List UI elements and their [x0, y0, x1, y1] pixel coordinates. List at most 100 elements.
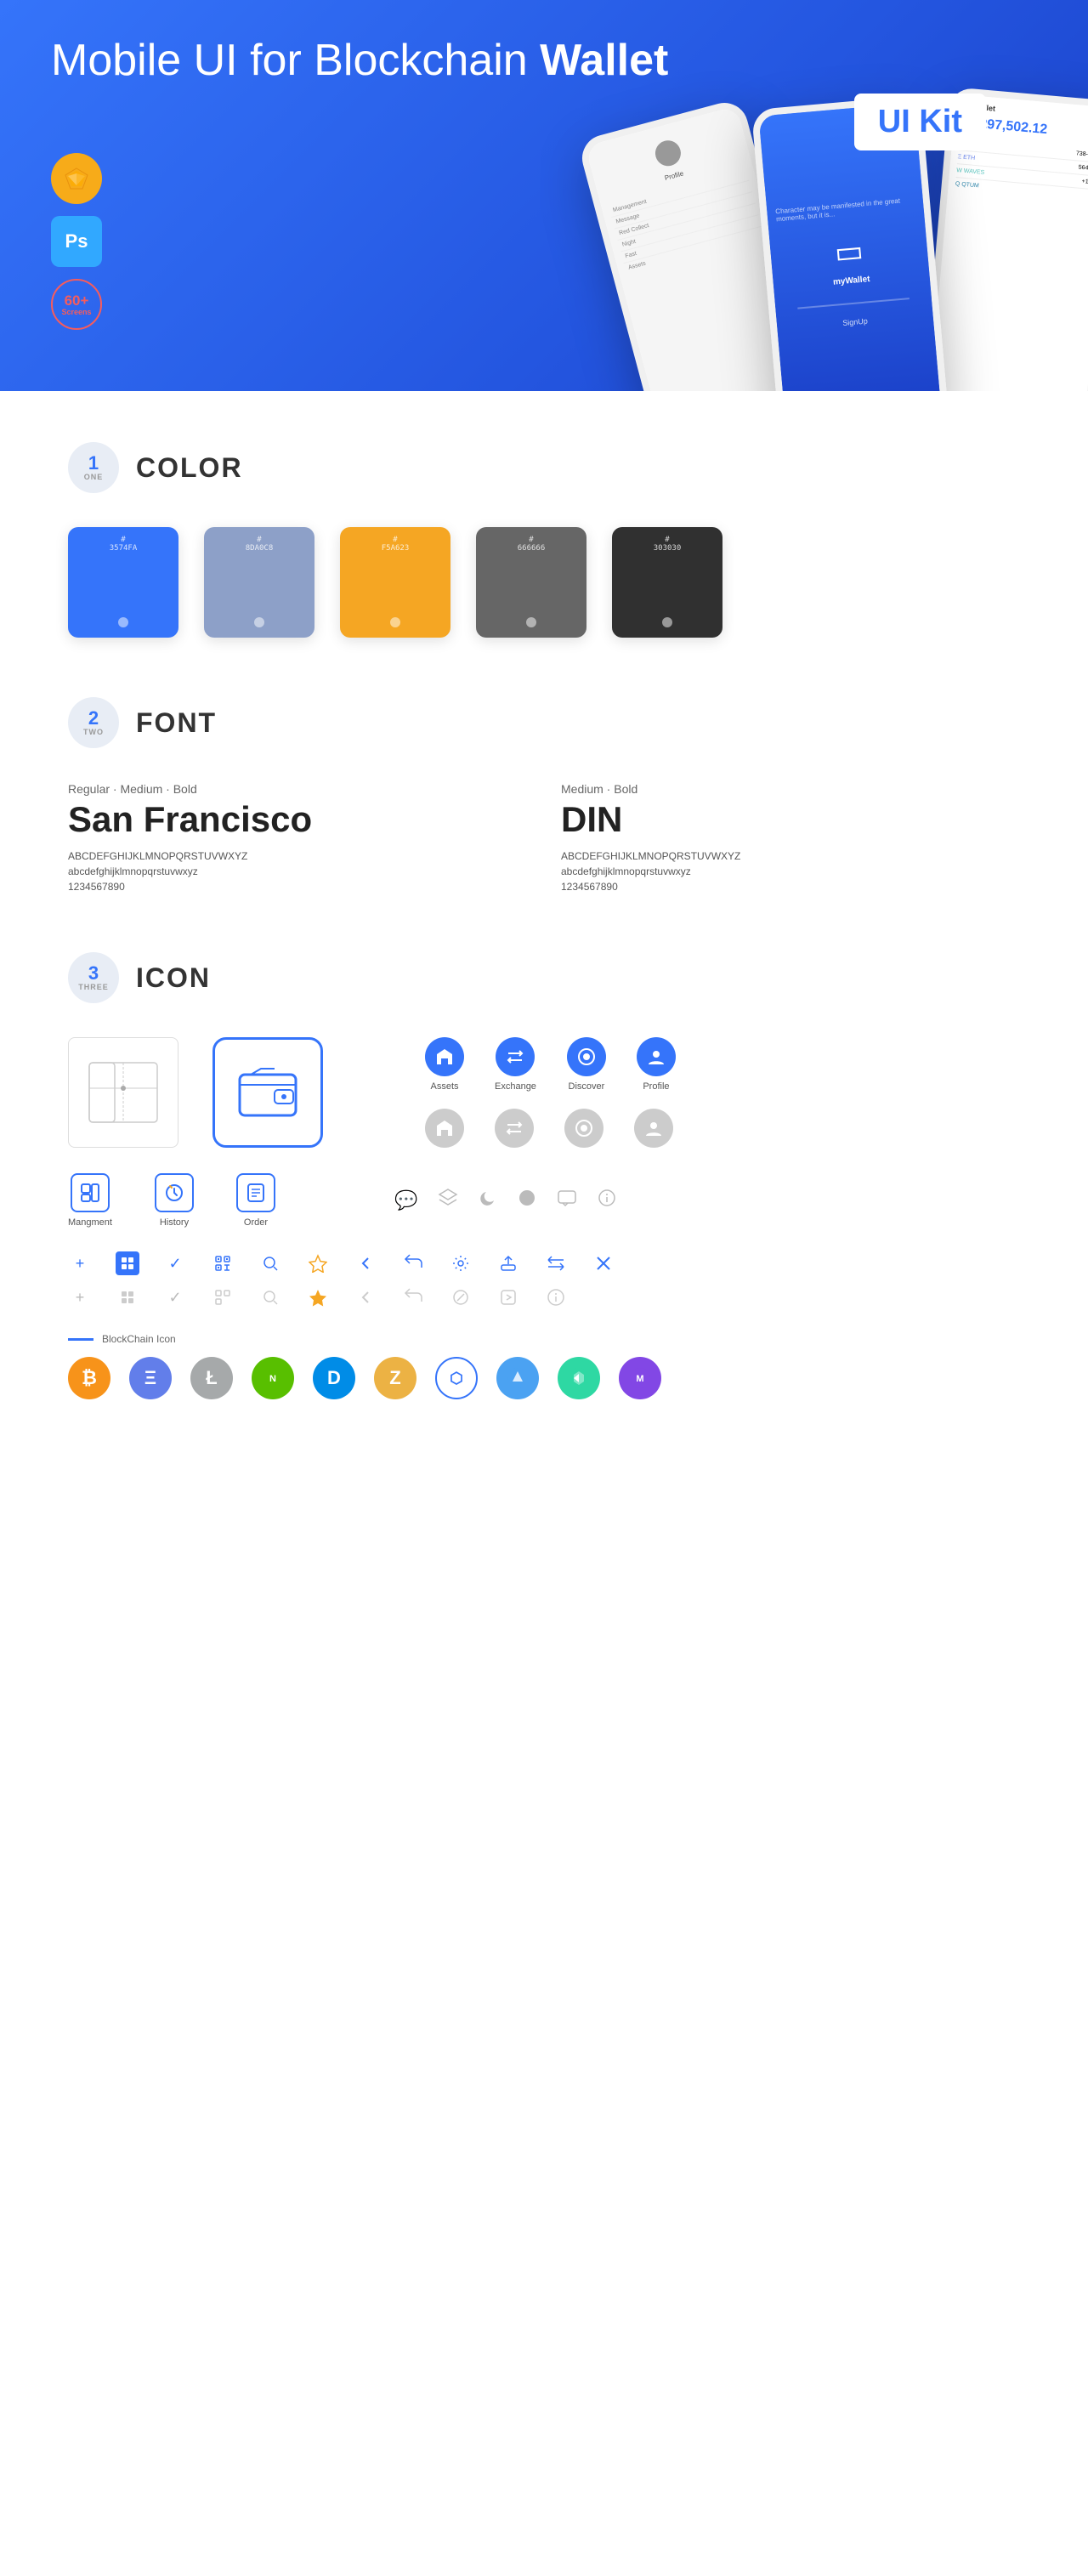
ui-kit-badge: UI Kit: [854, 94, 986, 150]
management-label: Mangment: [68, 1217, 112, 1228]
nav-icon-profile-gray: [634, 1109, 673, 1148]
history-icon: [155, 1173, 194, 1212]
font-section-header: 2 TWO FONT: [68, 697, 1020, 748]
din-uppercase: ABCDEFGHIJKLMNOPQRSTUVWXYZ: [561, 850, 1020, 862]
icon-section-header: 3 THREE ICON: [68, 952, 1020, 1003]
din-lowercase: abcdefghijklmnopqrstuvwxyz: [561, 865, 1020, 877]
bubble-icon: [557, 1188, 577, 1213]
cancel-icon-gray: [449, 1285, 473, 1309]
checkmark-icon-gray: ✓: [163, 1285, 187, 1309]
dash-icon: D: [313, 1357, 355, 1399]
eth-icon: Ξ: [129, 1357, 172, 1399]
share-icon-gray: [401, 1285, 425, 1309]
management-icon: [71, 1173, 110, 1212]
swap-icon: [544, 1251, 568, 1275]
font-number-big: 2: [88, 709, 99, 728]
nav-icon-exchange: Exchange: [495, 1037, 536, 1092]
icon-number-big: 3: [88, 964, 99, 983]
share-icon: [401, 1251, 425, 1275]
ps-badge: Ps: [51, 216, 102, 267]
nav-icon-exchange-gray: [495, 1109, 534, 1148]
icon-number-word: THREE: [78, 983, 109, 991]
profile-icon: [637, 1037, 676, 1076]
color-orange-dot: [390, 617, 400, 627]
color-darkgray-label: #666666: [476, 536, 586, 553]
matic-icon: M: [619, 1357, 661, 1399]
grid-icon: [116, 1251, 139, 1275]
nav-icons-colored-group: Assets Exchange Discover: [425, 1037, 676, 1148]
grid-icon-gray: [116, 1285, 139, 1309]
order-icon: [236, 1173, 275, 1212]
next-icon-gray: [496, 1285, 520, 1309]
nav-icon-assets-gray: [425, 1109, 464, 1148]
info-icon: [598, 1189, 616, 1212]
small-icons-gray-row: + ✓: [68, 1285, 1020, 1309]
hero-badges: Ps 60+ Screens: [51, 153, 102, 330]
font-number-word: TWO: [83, 728, 104, 736]
misc-icons-row: 💬: [394, 1173, 616, 1228]
nav-icons-gray-row: [425, 1109, 676, 1148]
color-grayblue-label: #8DA0C8: [204, 536, 314, 553]
order-label: Order: [244, 1217, 268, 1228]
checkmark-icon: ✓: [163, 1251, 187, 1275]
discover-icon: [567, 1037, 606, 1076]
svg-text:M: M: [636, 1374, 643, 1384]
sf-weights: Regular · Medium · Bold: [68, 782, 527, 796]
font-din: Medium · Bold DIN ABCDEFGHIJKLMNOPQRSTUV…: [561, 782, 1020, 893]
nav-icon-discover: Discover: [567, 1037, 606, 1092]
divider-line: [68, 1338, 94, 1341]
qr-icon-gray: [211, 1285, 235, 1309]
btc-icon: ₿: [68, 1357, 110, 1399]
color-section-title: COLOR: [136, 452, 243, 484]
hero-title-bold: Wallet: [540, 36, 668, 85]
star-icon-colored: [306, 1285, 330, 1309]
circle-icon: [518, 1189, 536, 1212]
color-grayblue: #8DA0C8: [204, 527, 314, 638]
main-content: 1 ONE COLOR #3574FA #8DA0C8 #F5A623 #666…: [0, 391, 1088, 1467]
upload-icon: [496, 1251, 520, 1275]
moon-icon: [479, 1189, 497, 1212]
color-darkgray: #666666: [476, 527, 586, 638]
din-numbers: 1234567890: [561, 881, 1020, 893]
exchange-label: Exchange: [495, 1081, 536, 1092]
icon-construction-wireframe: [68, 1037, 178, 1148]
mgmt-icon-management: Mangment: [68, 1173, 112, 1228]
color-orange-label: #F5A623: [340, 536, 450, 553]
nav-icon-discover-gray: [564, 1109, 604, 1148]
color-black: #303030: [612, 527, 722, 638]
assets-icon-gray: [425, 1109, 464, 1148]
grid-crypto-icon: ⬡: [435, 1357, 478, 1399]
history-label: History: [160, 1217, 189, 1228]
screens-badge: 60+ Screens: [51, 279, 102, 330]
sf-name: San Francisco: [68, 799, 527, 840]
crypto-icons-row: ₿ Ξ Ł N D Z ⬡ M: [68, 1357, 1020, 1399]
back-icon: [354, 1251, 377, 1275]
sketch-badge: [51, 153, 102, 204]
mgmt-icon-history: History: [155, 1173, 194, 1228]
dcr-icon: [558, 1357, 600, 1399]
font-section-title: FONT: [136, 707, 217, 739]
small-icons-colored-row: + ✓: [68, 1251, 1020, 1275]
color-swatches: #3574FA #8DA0C8 #F5A623 #666666 #303030: [68, 527, 1020, 638]
qr-icon: [211, 1251, 235, 1275]
color-section-number: 1 ONE: [68, 442, 119, 493]
blockchain-label: BlockChain Icon: [102, 1333, 176, 1345]
color-orange: #F5A623: [340, 527, 450, 638]
nav-icons-colored-row: Assets Exchange Discover: [425, 1037, 676, 1092]
din-weights: Medium · Bold: [561, 782, 1020, 796]
font-section-number: 2 TWO: [68, 697, 119, 748]
color-black-label: #303030: [612, 536, 722, 553]
blockchain-divider: BlockChain Icon: [68, 1333, 1020, 1345]
assets-label: Assets: [430, 1081, 458, 1092]
color-number-word: ONE: [84, 473, 104, 481]
star-icon: [306, 1251, 330, 1275]
mgmt-icons-row: Mangment History Order 💬: [68, 1173, 1020, 1228]
back-icon-gray: [354, 1285, 377, 1309]
plus-icon: +: [68, 1251, 92, 1275]
profile-icon-gray: [634, 1109, 673, 1148]
profile-label: Profile: [643, 1081, 669, 1092]
hero-section: Mobile UI for Blockchain Wallet UI Kit P…: [0, 0, 1088, 391]
hero-title-normal: Mobile UI for Blockchain: [51, 36, 540, 85]
chat-icon: 💬: [394, 1189, 417, 1211]
color-number-big: 1: [88, 454, 99, 473]
